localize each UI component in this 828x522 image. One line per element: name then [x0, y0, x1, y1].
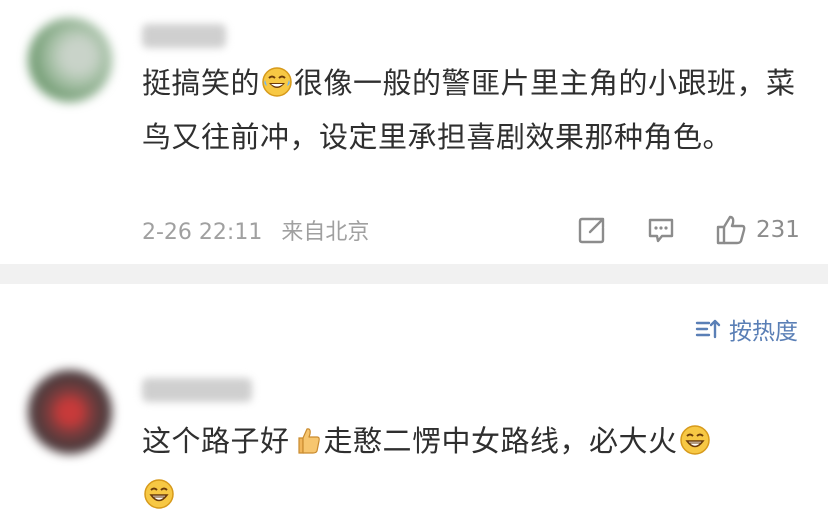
like-count: 231 [756, 217, 800, 243]
comment-text: 这个路子好 走憨二愣中女路线，必大火 [142, 414, 802, 522]
thumbs-up-icon [716, 215, 746, 245]
username-blurred[interactable] [142, 378, 252, 402]
like-button[interactable]: 231 [714, 212, 800, 248]
laughing-tears-emoji-icon [262, 67, 292, 97]
grinning-emoji-icon [144, 479, 174, 509]
share-button[interactable] [576, 212, 608, 248]
comment-location: 来自北京 [281, 220, 370, 245]
thumbs-up-emoji-icon [297, 428, 320, 454]
reply-button[interactable] [645, 212, 677, 248]
comment-text: 挺搞笑的 很像一般的警匪片里主角的小跟班，菜鸟又往前冲，设定里承担喜剧效果那种角… [142, 56, 802, 164]
sort-icon [695, 319, 721, 339]
avatar[interactable] [28, 370, 112, 454]
sort-label: 按热度 [729, 319, 798, 345]
comment-text-part: 走憨二愣中女路线，必大火 [323, 424, 678, 458]
share-icon [578, 217, 605, 244]
username-blurred[interactable] [142, 24, 226, 48]
comment-date: 2-26 22:11 [142, 220, 263, 245]
avatar[interactable] [28, 18, 112, 102]
comment-text-part: 挺搞笑的 [142, 66, 261, 100]
comment-meta: 2-26 22:11 来自北京 [142, 214, 381, 246]
comment-icon [648, 218, 674, 243]
grinning-emoji-icon [679, 425, 710, 455]
comment-text-part: 这个路子好 [142, 424, 290, 458]
section-divider [0, 264, 828, 284]
sort-by-hot-button[interactable]: 按热度 [695, 312, 798, 346]
